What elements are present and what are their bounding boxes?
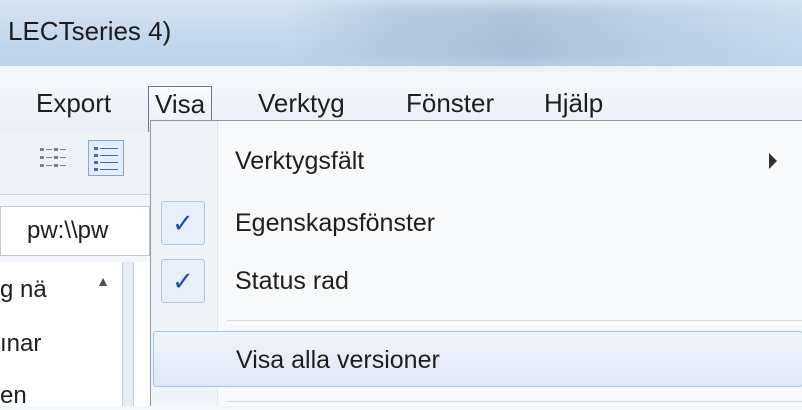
menu-item-label: Status rad	[235, 267, 349, 295]
menu-item-label: Visa alla versioner	[236, 346, 440, 374]
list-item[interactable]: g nä	[0, 276, 47, 304]
menu-separator	[227, 320, 802, 324]
menu-item-label: Verktygsfält	[235, 147, 365, 175]
menu-fonster[interactable]: Fönster	[400, 86, 500, 120]
view-small-icons-button[interactable]	[34, 140, 70, 176]
view-details-button[interactable]	[88, 140, 124, 176]
menu-verktyg[interactable]: Verktyg	[252, 86, 351, 120]
toolbar	[0, 132, 150, 195]
list-item[interactable]: ınar	[0, 330, 41, 358]
small-icons-icon	[40, 148, 66, 167]
window-title: LECTseries 4)	[8, 16, 172, 46]
check-icon: ✓	[161, 201, 205, 245]
menu-separator	[227, 401, 802, 405]
scroll-up-arrow-icon[interactable]: ▲	[88, 266, 118, 296]
splitter[interactable]	[122, 262, 134, 406]
menu-item-verktygsfalt[interactable]: Verktygsfält	[151, 133, 802, 189]
submenu-arrow-icon	[769, 153, 777, 169]
title-bar: LECTseries 4)	[0, 0, 802, 66]
menu-item-label: Egenskapsfönster	[235, 209, 436, 237]
menu-item-egenskapsfonster[interactable]: ✓ Egenskapsfönster	[151, 195, 802, 251]
visa-dropdown-menu: Verktygsfält ✓ Egenskapsfönster ✓ Status…	[150, 120, 802, 406]
check-icon: ✓	[161, 259, 205, 303]
details-list-icon	[94, 147, 118, 171]
menu-item-status-rad[interactable]: ✓ Status rad	[151, 253, 802, 309]
address-field[interactable]: pw:\\pw	[0, 206, 150, 256]
menu-export[interactable]: Export	[30, 86, 117, 120]
menu-item-visa-alla-versioner[interactable]: Visa alla versioner	[153, 331, 802, 387]
title-bar-blur	[290, 4, 802, 62]
menu-hjalp[interactable]: Hjälp	[538, 86, 609, 120]
